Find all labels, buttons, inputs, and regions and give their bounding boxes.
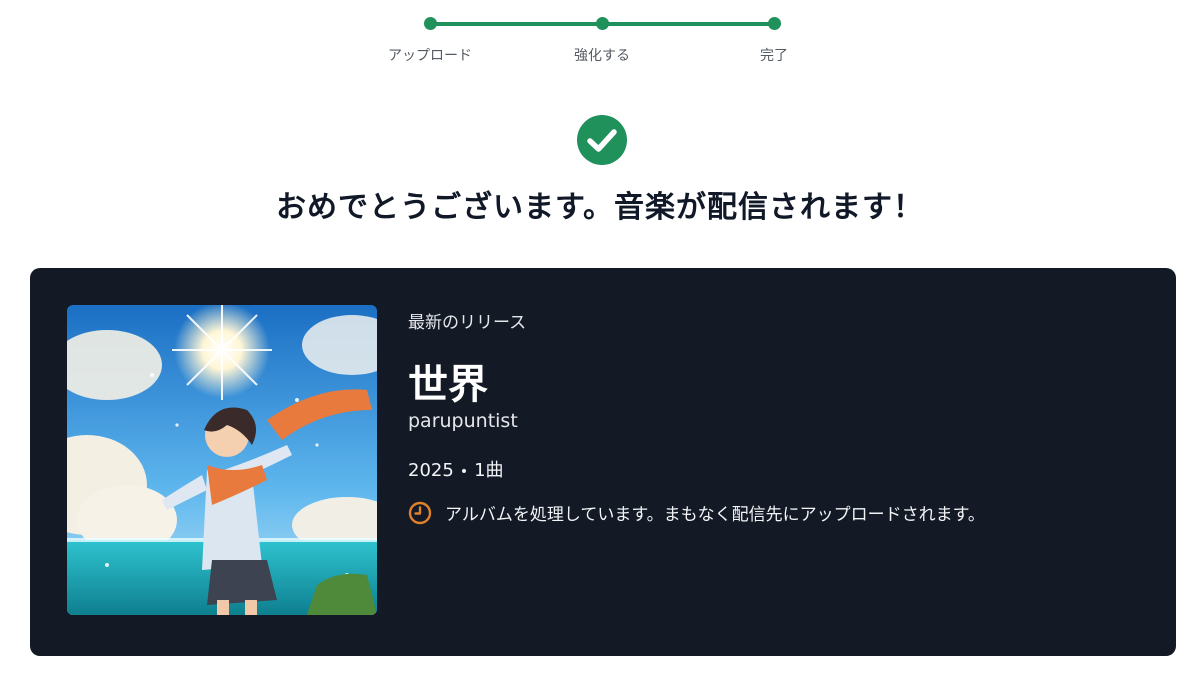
clock-icon xyxy=(408,501,432,525)
release-year: 2025 xyxy=(408,460,454,481)
track-count: 1曲 xyxy=(474,460,504,481)
step-label-upload: アップロード xyxy=(388,48,472,64)
processing-status: アルバムを処理しています。まもなく配信先にアップロードされます。 xyxy=(408,500,985,525)
step-label-complete: 完了 xyxy=(760,48,788,64)
stepper-connector xyxy=(602,22,774,26)
status-message: アルバムを処理しています。まもなく配信先にアップロードされます。 xyxy=(445,505,985,525)
latest-release-label: 最新のリリース xyxy=(408,313,527,333)
step-dot-complete xyxy=(768,17,781,30)
stepper-connector xyxy=(430,22,602,26)
latest-release-card: 最新のリリース 世界 parupuntist 2025 • 1曲 アルバムを処理して… xyxy=(30,268,1176,656)
progress-stepper: アップロード 強化する 完了 xyxy=(0,0,1200,80)
separator-dot: • xyxy=(459,464,469,480)
release-info: 2025 • 1曲 xyxy=(408,456,504,482)
artist-name: parupuntist xyxy=(408,410,518,432)
album-cover-image[interactable] xyxy=(67,305,377,615)
step-label-enhance: 強化する xyxy=(574,48,630,64)
step-dot-upload xyxy=(424,17,437,30)
success-headline: おめでとうございます。音楽が配信されます！ xyxy=(276,190,924,225)
album-title: 世界 xyxy=(408,362,488,408)
check-circle-icon xyxy=(577,115,627,165)
step-dot-enhance xyxy=(596,17,609,30)
